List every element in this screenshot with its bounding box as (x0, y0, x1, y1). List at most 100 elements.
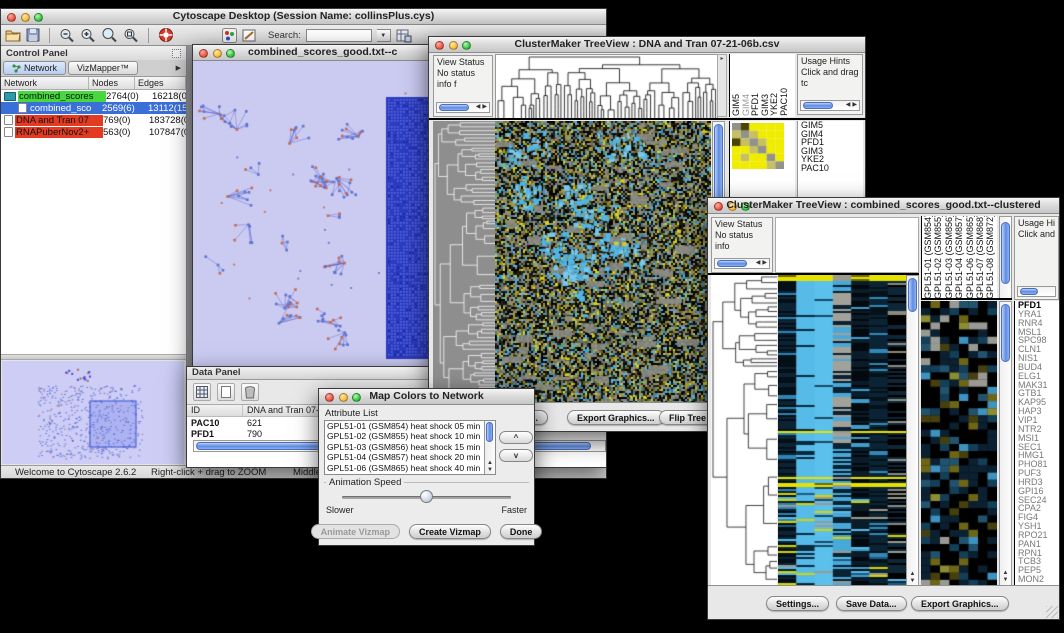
export-graphics-button[interactable]: Export Graphics... (911, 596, 1009, 611)
col-nodes[interactable]: Nodes (89, 77, 135, 89)
network-list-row[interactable]: combined_scores 2764(0) 16218(0) (1, 90, 186, 102)
array-labels-scrollbar[interactable] (999, 216, 1012, 299)
float-panel-icon[interactable] (172, 49, 181, 58)
zoom-out-icon[interactable] (59, 28, 75, 43)
save-data-button[interactable]: Save Data... (836, 596, 907, 611)
network-overview-canvas[interactable] (2, 361, 184, 464)
zoom-button[interactable] (226, 49, 235, 58)
zoom-selected-icon[interactable] (123, 28, 139, 43)
gene-list-scrollbar[interactable]: ▲ ▼ (999, 301, 1012, 586)
move-up-button[interactable]: ^ (499, 431, 533, 444)
main-titlebar[interactable]: Cytoscape Desktop (Session Name: collins… (1, 9, 606, 25)
scrollbar-thumb[interactable] (717, 260, 747, 267)
open-file-icon[interactable] (5, 28, 21, 42)
treeview-combined-titlebar[interactable]: ClusterMaker TreeView : combined_scores_… (708, 198, 1059, 214)
network-overview-panel[interactable] (1, 360, 186, 465)
search-input[interactable] (306, 29, 372, 42)
usage-hints-scrollbar[interactable]: ◀▶ (800, 100, 860, 111)
view-status-scrollbar[interactable]: ◀▶ (436, 102, 490, 113)
vizmapper-icon[interactable] (222, 28, 237, 43)
view-status-scrollbar[interactable]: ◀▶ (714, 258, 770, 269)
zoom-in-icon[interactable] (80, 28, 96, 43)
gene-dendrogram-canvas[interactable] (433, 121, 495, 404)
scrollbar-thumb[interactable] (1001, 222, 1010, 284)
col-edges[interactable]: Edges (135, 77, 186, 89)
scroll-down-icon[interactable]: ▼ (485, 467, 495, 473)
scroll-down-icon[interactable]: ▼ (907, 578, 918, 584)
tab-overflow-button[interactable]: ▶ (176, 64, 184, 72)
usage-hints-panel: Usage Hints Click and drag tc ◀▶ (797, 54, 863, 115)
search-dropdown-button[interactable]: ▼ (377, 29, 391, 42)
create-vizmap-button[interactable]: Create Vizmap (409, 524, 491, 539)
scrollbar-thumb[interactable] (714, 124, 723, 202)
gene-dendrogram-canvas[interactable] (711, 275, 777, 586)
tab-network[interactable]: Network (3, 61, 66, 75)
speed-slider[interactable] (342, 496, 511, 499)
network-list-row[interactable]: RNAPuberNov2+ 563(0) 107847(0) (1, 126, 186, 138)
close-button[interactable] (199, 49, 208, 58)
scrollbar-thumb[interactable] (439, 104, 469, 111)
attribute-item[interactable]: GPL51-03 (GSM856) heat shock 15 min (325, 442, 484, 452)
array-dendrogram-area (775, 217, 919, 273)
scroll-right-icon[interactable]: ▶ (762, 258, 767, 269)
delete-attribute-icon[interactable] (241, 383, 259, 401)
attribute-item[interactable]: GPL51-06 (GSM865) heat shock 40 min (325, 463, 484, 473)
new-attribute-icon[interactable] (217, 383, 235, 401)
scroll-left-icon[interactable]: ◀ (756, 258, 761, 269)
animate-vizmap-button[interactable]: Animate Vizmap (311, 524, 400, 539)
usage-hints-scrollbar[interactable] (1017, 286, 1056, 297)
scroll-right-icon[interactable]: ▶ (852, 100, 857, 111)
scrollbar-thumb[interactable] (1001, 304, 1010, 362)
attribute-table-icon[interactable] (396, 28, 412, 43)
col-network[interactable]: Network (1, 77, 89, 89)
heatmap-canvas[interactable] (778, 275, 906, 586)
scrollbar-thumb[interactable] (1020, 288, 1038, 295)
help-icon[interactable] (158, 27, 174, 43)
attribute-item[interactable]: GPL51-02 (GSM855) heat shock 10 min (325, 431, 484, 441)
export-graphics-button[interactable]: Export Graphics... (567, 410, 665, 425)
select-attributes-icon[interactable] (193, 383, 211, 401)
slider-thumb[interactable] (420, 490, 433, 503)
attribute-item[interactable]: GPL51-04 (GSM857) heat shock 20 min (325, 452, 484, 462)
dendro-splitter[interactable]: ▸ (717, 54, 727, 117)
scroll-up-icon[interactable]: ▲ (485, 460, 495, 466)
scrollbar-thumb[interactable] (803, 102, 833, 109)
done-button[interactable]: Done (500, 524, 543, 539)
network-list-row[interactable]: combined_sco 2569(6) 13112(15) (1, 102, 186, 114)
attribute-item[interactable]: GPL51-01 (GSM854) heat shock 05 min (325, 421, 484, 431)
array-dendrogram-canvas[interactable] (495, 54, 718, 119)
attribute-list-scrollbar[interactable]: ▲ ▼ (484, 421, 495, 474)
scroll-right-icon[interactable]: ▶ (482, 102, 487, 113)
annotation-icon[interactable] (242, 28, 257, 43)
col-id[interactable]: ID (187, 405, 243, 416)
map-colors-titlebar[interactable]: Map Colors to Network (319, 389, 534, 405)
scroll-left-icon[interactable]: ◀ (476, 102, 481, 113)
network-nodes-count: 769(0) (103, 115, 149, 126)
network-table-header: Network Nodes Edges (1, 77, 186, 90)
array-label: GPL51-08 (GSM872) (985, 216, 995, 299)
network-list-row[interactable]: DNA and Tran 07 769(0) 183728(0) (1, 114, 186, 126)
treeview-dna-titlebar[interactable]: ClusterMaker TreeView : DNA and Tran 07-… (429, 37, 865, 53)
gene-name: PAC10 (801, 164, 863, 173)
scroll-up-icon[interactable]: ▲ (907, 571, 918, 577)
attribute-item[interactable]: GPL51-07 (GSM868) heat shock 60 min (325, 473, 484, 475)
save-icon[interactable] (26, 28, 40, 42)
similarity-matrix-canvas[interactable] (732, 123, 784, 169)
view-status-text: No status info (715, 230, 769, 252)
resize-grip[interactable] (1046, 606, 1058, 618)
tab-vizmapper[interactable]: VizMapper™ (68, 61, 138, 75)
scrollbar-thumb[interactable] (908, 278, 917, 312)
minimize-button[interactable] (213, 49, 222, 58)
zoom-heatmap-canvas[interactable] (921, 301, 997, 586)
scroll-up-icon[interactable]: ▲ (1000, 570, 1011, 576)
scroll-left-icon[interactable]: ◀ (846, 100, 851, 111)
move-down-button[interactable]: v (499, 449, 533, 462)
settings-button[interactable]: Settings... (766, 596, 829, 611)
heatmap-canvas[interactable] (495, 121, 711, 404)
treeview-combined-window: ClusterMaker TreeView : combined_scores_… (707, 197, 1060, 620)
scrollbar-thumb[interactable] (486, 422, 493, 442)
control-panel-title: Control Panel (6, 48, 68, 59)
zoom-fit-icon[interactable] (101, 27, 118, 43)
scroll-down-icon[interactable]: ▼ (1000, 577, 1011, 583)
heatmap-vscrollbar[interactable]: ▲ ▼ (906, 275, 919, 586)
